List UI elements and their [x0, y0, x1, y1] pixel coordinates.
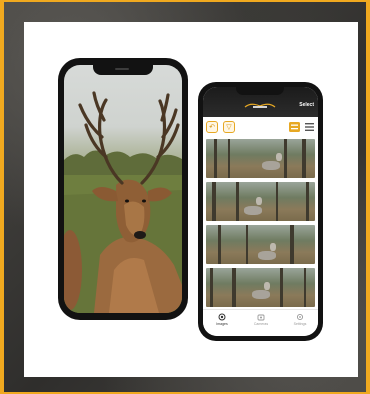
deer-photo-screen[interactable] [64, 65, 182, 313]
tab-label: Cameras [253, 322, 269, 326]
image-thumbnail[interactable] [206, 225, 315, 264]
image-thumbnail[interactable] [206, 182, 315, 221]
trail-camera-icon [257, 314, 265, 321]
phone-right: Select ↶ ▽ Images Cameras Settings [198, 82, 323, 341]
select-button[interactable]: Select [299, 102, 314, 108]
list-view-icon[interactable] [289, 122, 300, 132]
toolbar: ↶ ▽ [203, 121, 318, 135]
antler-logo-icon [244, 103, 276, 108]
tab-label: Images [216, 322, 228, 326]
buck-photo [64, 91, 182, 313]
gear-icon [296, 313, 304, 321]
camera-icon [218, 313, 226, 321]
app-screen: Select ↶ ▽ Images Cameras Settings [203, 87, 318, 336]
tab-cameras[interactable]: Cameras [246, 313, 276, 326]
grid-view-icon[interactable] [304, 122, 315, 132]
image-thumbnail[interactable] [206, 268, 315, 307]
speaker-notch [236, 87, 284, 95]
bottom-tab-bar: Images Cameras Settings [203, 309, 318, 336]
filter-icon[interactable]: ▽ [223, 121, 235, 133]
image-thumbnail[interactable] [206, 139, 315, 178]
tab-label: Settings [293, 322, 307, 326]
image-list [206, 139, 315, 311]
tab-settings[interactable]: Settings [285, 313, 315, 326]
tab-images[interactable]: Images [207, 313, 237, 326]
undo-arrow-icon[interactable]: ↶ [206, 121, 218, 133]
phone-left [58, 58, 188, 320]
speaker-notch [93, 65, 153, 75]
